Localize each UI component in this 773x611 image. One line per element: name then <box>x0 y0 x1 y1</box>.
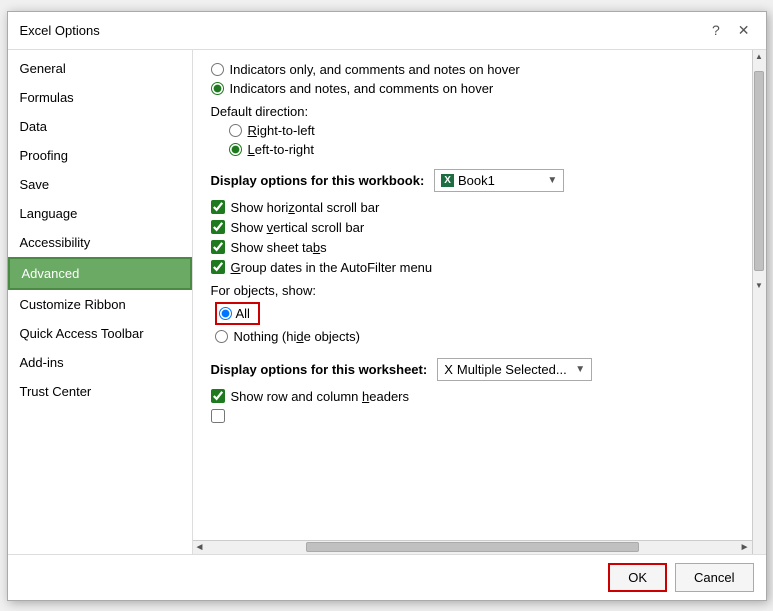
sidebar-item-general[interactable]: General <box>8 54 192 83</box>
nothing-objects-label: Nothing (hide objects) <box>234 329 360 344</box>
excel-icon-2: X <box>444 362 453 377</box>
worksheet-section-label: Display options for this worksheet: <box>211 362 428 377</box>
show-row-col-checkbox[interactable] <box>211 389 225 403</box>
cancel-button[interactable]: Cancel <box>675 563 753 592</box>
sidebar-item-advanced[interactable]: Advanced <box>8 257 192 290</box>
all-objects-label: All <box>236 306 250 321</box>
show-sheet-tabs-label: Show sheet tabs <box>231 240 327 255</box>
show-sheet-tabs-row: Show sheet tabs <box>211 240 734 255</box>
sidebar-item-proofing[interactable]: Proofing <box>8 141 192 170</box>
sidebar-item-quick-access[interactable]: Quick Access Toolbar <box>8 319 192 348</box>
sidebar-item-formulas[interactable]: Formulas <box>8 83 192 112</box>
show-vertical-checkbox[interactable] <box>211 220 225 234</box>
excel-icon: X <box>441 174 454 187</box>
indicators-notes-label: Indicators and notes, and comments on ho… <box>230 81 494 96</box>
title-bar: Excel Options ? ✕ <box>8 12 766 50</box>
worksheet-checkboxes: Show row and column headers <box>211 389 734 423</box>
h-scroll-right[interactable]: ► <box>740 542 750 553</box>
worksheet-dropdown[interactable]: X Multiple Selected... ▼ <box>437 358 592 381</box>
radio-row-indicators-only: Indicators only, and comments and notes … <box>211 62 734 77</box>
show-horizontal-row: Show horizontal scroll bar <box>211 200 734 215</box>
sidebar-item-trust-center[interactable]: Trust Center <box>8 377 192 406</box>
comment-display-options: Indicators only, and comments and notes … <box>211 62 734 96</box>
excel-options-dialog: Excel Options ? ✕ GeneralFormulasDataPro… <box>7 11 767 601</box>
nothing-radio-row: Nothing (hide objects) <box>215 329 734 344</box>
v-scrollbar-thumb[interactable] <box>754 71 764 271</box>
nothing-objects-radio[interactable] <box>215 330 228 343</box>
left-to-right-radio[interactable] <box>229 143 242 156</box>
worksheet-dropdown-value: Multiple Selected... <box>457 362 567 377</box>
show-vertical-label: Show vertical scroll bar <box>231 220 365 235</box>
content-area: Indicators only, and comments and notes … <box>193 50 766 554</box>
workbook-dropdown-arrow: ▼ <box>547 175 557 186</box>
direction-options: Right-to-left Left-to-right <box>211 123 734 157</box>
left-to-right-label: Left-to-right <box>248 142 314 157</box>
radio-row-indicators-notes: Indicators and notes, and comments on ho… <box>211 81 734 96</box>
sidebar-item-customize-ribbon[interactable]: Customize Ribbon <box>8 290 192 319</box>
sidebar-item-language[interactable]: Language <box>8 199 192 228</box>
main-content: Indicators only, and comments and notes … <box>193 50 752 554</box>
indicators-only-radio[interactable] <box>211 63 224 76</box>
show-horizontal-checkbox[interactable] <box>211 200 225 214</box>
h-scroll-left[interactable]: ◄ <box>195 542 205 553</box>
workbook-dropdown[interactable]: X Book1 ▼ <box>434 169 564 192</box>
all-radio-box: All <box>215 302 260 325</box>
workbook-dropdown-value: Book1 <box>458 173 495 188</box>
h-scrollbar-thumb[interactable] <box>306 542 639 552</box>
show-vertical-row: Show vertical scroll bar <box>211 220 734 235</box>
v-scroll-up[interactable]: ▲ <box>755 52 763 61</box>
indicators-notes-radio[interactable] <box>211 82 224 95</box>
for-objects-label: For objects, show: <box>211 283 734 298</box>
indicators-only-label: Indicators only, and comments and notes … <box>230 62 520 77</box>
sidebar-item-add-ins[interactable]: Add-ins <box>8 348 192 377</box>
horizontal-scrollbar[interactable]: ◄ ► <box>193 540 752 554</box>
dialog-title: Excel Options <box>20 23 100 38</box>
vertical-scrollbar[interactable]: ▲ ▼ <box>752 50 766 554</box>
dialog-footer: OK Cancel <box>8 554 766 600</box>
close-button[interactable]: ✕ <box>734 20 754 41</box>
workbook-display-header: Display options for this workbook: X Boo… <box>211 169 734 192</box>
workbook-section-label: Display options for this workbook: <box>211 173 425 188</box>
ok-button[interactable]: OK <box>608 563 667 592</box>
sidebar-item-data[interactable]: Data <box>8 112 192 141</box>
group-dates-checkbox[interactable] <box>211 260 225 274</box>
group-dates-row: Group dates in the AutoFilter menu <box>211 260 734 275</box>
objects-radio-group: All Nothing (hide objects) <box>211 302 734 344</box>
worksheet-dropdown-arrow: ▼ <box>575 364 585 375</box>
show-row-col-row: Show row and column headers <box>211 389 734 404</box>
right-to-left-label: Right-to-left <box>248 123 315 138</box>
radio-row-left-to-right: Left-to-right <box>229 142 734 157</box>
default-direction-label: Default direction: <box>211 104 734 119</box>
sidebar-item-accessibility[interactable]: Accessibility <box>8 228 192 257</box>
dialog-body: GeneralFormulasDataProofingSaveLanguageA… <box>8 50 766 554</box>
radio-row-right-to-left: Right-to-left <box>229 123 734 138</box>
all-radio-row: All <box>215 302 734 325</box>
show-horizontal-label: Show horizontal scroll bar <box>231 200 380 215</box>
sidebar: GeneralFormulasDataProofingSaveLanguageA… <box>8 50 193 554</box>
all-objects-radio[interactable] <box>219 307 232 320</box>
show-sheet-tabs-checkbox[interactable] <box>211 240 225 254</box>
show-row-col-label: Show row and column headers <box>231 389 410 404</box>
show-formulas-row <box>211 409 734 423</box>
group-dates-label: Group dates in the AutoFilter menu <box>231 260 433 275</box>
show-formulas-checkbox[interactable] <box>211 409 225 423</box>
workbook-checkboxes: Show horizontal scroll bar Show vertical… <box>211 200 734 275</box>
sidebar-item-save[interactable]: Save <box>8 170 192 199</box>
help-button[interactable]: ? <box>708 20 724 40</box>
right-to-left-radio[interactable] <box>229 124 242 137</box>
content-scroll[interactable]: Indicators only, and comments and notes … <box>193 50 752 540</box>
worksheet-display-header: Display options for this worksheet: X Mu… <box>211 358 734 381</box>
title-bar-controls: ? ✕ <box>708 20 754 41</box>
v-scroll-down[interactable]: ▼ <box>755 281 763 290</box>
